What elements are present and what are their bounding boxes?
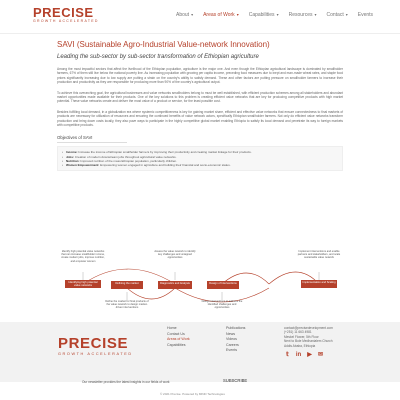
main-nav: About ▾ Areas of Work ▾ Capabilities ▾ Reso… — [176, 12, 383, 18]
contact-address: Next to Bole Medhanialem Church — [284, 339, 333, 344]
diagram-note: Assess the value network to identify key… — [154, 250, 196, 260]
nav-item-contact[interactable]: Contact ▾ — [327, 12, 348, 18]
subscribe-button[interactable]: SUBSCRIBE — [223, 378, 247, 383]
chevron-down-icon: ▾ — [191, 12, 194, 17]
diagram-step-box: Diagnostics and Analysis — [158, 281, 192, 289]
article-paragraph: To achieve this overarching goal, the ag… — [57, 90, 343, 104]
footer-link-publications[interactable]: Publications — [226, 326, 245, 332]
article-paragraph: Besides fulfilling local demand, in a gl… — [57, 109, 343, 128]
objectives-heading: Objectives of SAVI — [57, 135, 127, 144]
contact-address: Addis Ababa, Ethiopia — [284, 343, 316, 348]
linkedin-icon[interactable]: in — [295, 352, 302, 359]
diagram-step-box: Identifying high potential value network… — [65, 280, 101, 288]
diagram-step-box: Defining the market — [111, 281, 143, 289]
diagram-step-box: Design of Interventions — [207, 281, 239, 289]
footer-contact: contact@precisedevelopment.com (+251) 11… — [284, 326, 333, 359]
nav-label: Resources — [288, 12, 313, 18]
nav-label: Capabilities — [248, 12, 275, 18]
article-paragraph: Among the most impactful sectors that af… — [57, 67, 343, 85]
article: SAVI (Sustainable Agro-Industrial Value-… — [57, 40, 343, 172]
diagram-note: Identify high potential value networks t… — [61, 250, 105, 263]
brand-name: PRECISE — [33, 5, 94, 20]
copyright-text: © 2021 Precise. Powered by MIND Technolo… — [160, 392, 225, 396]
nav-item-capabilities[interactable]: Capabilities ▾ — [249, 12, 279, 18]
brand-logo[interactable]: PRECISE GROWTH ACCELERATED — [33, 6, 99, 24]
chevron-down-icon: ▾ — [314, 12, 317, 17]
chevron-down-icon: ▾ — [236, 12, 239, 17]
site-header: PRECISE GROWTH ACCELERATED About ▾ Areas … — [0, 0, 400, 34]
footer-links-col-2: Publications News Videos Careers Events — [226, 326, 245, 354]
nav-item-events[interactable]: Events — [358, 12, 373, 18]
footer-link-capabilities[interactable]: Capabilities — [167, 343, 190, 349]
footer-brand-name: PRECISE — [58, 335, 129, 352]
chevron-down-icon: ▾ — [345, 12, 348, 17]
nav-label: Contact — [326, 12, 344, 18]
footer-link-areas-of-work[interactable]: Areas of Work — [167, 337, 190, 343]
footer-links-col-1: Home Contact Us Areas of Work Capabiliti… — [167, 326, 190, 348]
page-subtitle: Leading the sub-sector by sub-sector tra… — [57, 54, 259, 60]
nav-label: Areas of Work — [203, 12, 235, 18]
site-footer: PRECISE GROWTH ACCELERATED Home Contact … — [0, 322, 400, 382]
newsletter-text: Our newsletter provides the latest insig… — [82, 380, 170, 384]
footer-logo[interactable]: PRECISE GROWTH ACCELERATED — [58, 336, 133, 357]
youtube-icon[interactable]: ▶ — [306, 352, 313, 359]
nav-item-areas-of-work[interactable]: Areas of Work ▾ — [203, 12, 239, 18]
chevron-down-icon: ▾ — [276, 12, 279, 17]
diagram-note: Design interventions to address the iden… — [201, 300, 243, 310]
twitter-icon[interactable]: 𝕥 — [284, 352, 291, 359]
diagram-note: Define the market for final products of … — [105, 300, 149, 310]
nav-item-about[interactable]: About ▾ — [176, 12, 193, 18]
page-title: SAVI (Sustainable Agro-Industrial Value-… — [57, 40, 270, 49]
brand-tagline: GROWTH ACCELERATED — [33, 19, 99, 23]
objective-item: Women Empowerment: Empowering women enga… — [62, 163, 338, 167]
diagram-note: Implement interventions and enable partn… — [297, 250, 341, 260]
nav-label: Events — [357, 12, 374, 18]
copyright-bar: © 2021 Precise. Powered by MIND Technolo… — [0, 388, 400, 400]
footer-brand-tagline: GROWTH ACCELERATED — [58, 352, 133, 356]
diagram-step-box: Implementation and Scaling — [301, 280, 337, 288]
objective-text: Empowering women engaged in agriculture … — [100, 163, 231, 168]
mail-icon[interactable]: ✉ — [317, 352, 324, 359]
social-links: 𝕥 in ▶ ✉ — [284, 352, 333, 359]
process-diagram: Identify high potential value networks t… — [57, 250, 343, 320]
objective-key: Women Empowerment: — [66, 163, 100, 168]
newsletter-bar: Our newsletter provides the latest insig… — [0, 378, 400, 386]
nav-label: About — [176, 12, 190, 18]
footer-link-events[interactable]: Events — [226, 348, 245, 354]
nav-item-resources[interactable]: Resources ▾ — [289, 12, 317, 18]
objectives-list: Income: Increase the income of Ethiopian… — [57, 146, 343, 172]
